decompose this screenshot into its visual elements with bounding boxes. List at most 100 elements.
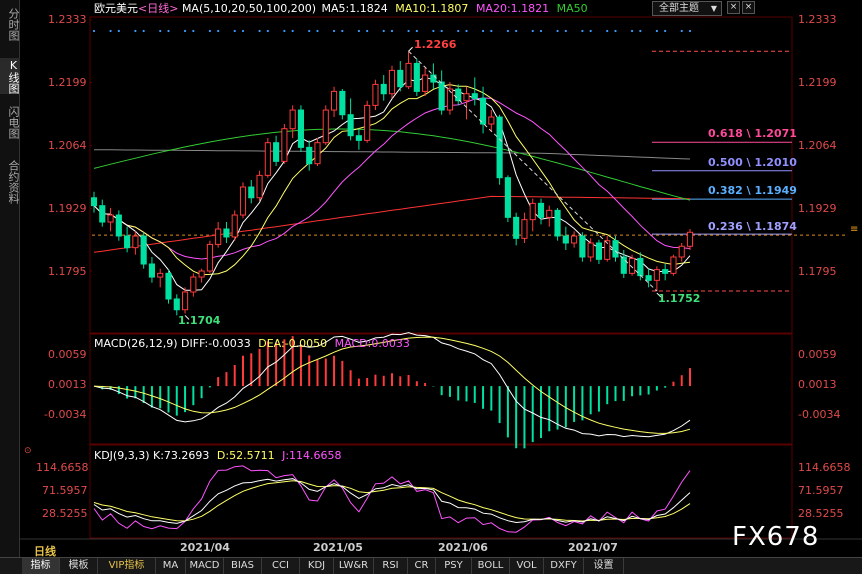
candle-body (504, 177, 511, 218)
candle-body (173, 298, 180, 311)
event-marker-dot (233, 29, 236, 33)
ma100-line (93, 149, 691, 160)
event-marker-dot (332, 29, 336, 33)
side-tab-timeshare[interactable]: 分时图 (0, 6, 20, 42)
kline-chart[interactable] (0, 0, 862, 574)
event-marker-dot (531, 29, 534, 33)
side-tab-kline[interactable]: K线图 (0, 58, 20, 94)
kdj-axis-left-1: 114.6658 (36, 461, 89, 474)
tab-cr[interactable]: CR (408, 558, 436, 574)
event-marker-dot (291, 29, 294, 33)
candle-body (471, 93, 478, 99)
candle-body (248, 186, 255, 199)
side-tab-strip: 分时图 K线图 闪电图 合约资料 (0, 0, 20, 558)
kdj-axis-right-1: 114.6658 (798, 461, 851, 474)
candle-body (670, 256, 677, 274)
event-marker-dot (680, 29, 683, 33)
current-price-marker-icon: ≡ (850, 224, 859, 235)
indicator-tab-bar: 指标 模板 VIP指标 MA MACD BIAS CCI KDJ LW&R RS… (0, 557, 862, 574)
close-indicator-button-1[interactable]: × (727, 1, 740, 14)
price-axis-right-2: 1.2199 (798, 76, 837, 89)
candle-body (148, 263, 156, 278)
macd-params: MACD(26,12,9) (94, 337, 178, 350)
candle-body (645, 275, 652, 281)
candle-body (115, 214, 122, 237)
candle-body (364, 104, 371, 141)
candle-body (554, 209, 561, 237)
candle-body (521, 219, 528, 239)
tab-settings[interactable]: 设置 (584, 558, 624, 574)
fib-label-382: 0.382 \ 1.1949 (708, 184, 797, 197)
event-marker-dot (664, 29, 667, 33)
candle-body (339, 90, 346, 116)
event-marker-dot (159, 29, 162, 33)
event-marker-dot (134, 29, 137, 33)
ma50-line (93, 128, 691, 201)
macd-axis-right-2: 0.0013 (798, 378, 837, 391)
event-marker-dot (457, 29, 460, 33)
candle-body (289, 109, 296, 130)
tab-dxfy[interactable]: DXFY (544, 558, 584, 574)
event-marker-dot (630, 29, 634, 33)
candle-body (314, 142, 321, 165)
candle-body (372, 83, 379, 106)
theme-select[interactable]: 全部主题 ▼ (652, 1, 722, 16)
event-marker-dot (515, 29, 518, 33)
event-marker-dot (432, 29, 435, 33)
tab-lwr[interactable]: LW&R (334, 558, 374, 574)
candle-body (479, 97, 487, 125)
fib-label-500: 0.500 \ 1.2010 (708, 156, 797, 169)
fx678-watermark: FX678 (732, 522, 820, 552)
candle-body (273, 142, 280, 162)
event-marker-dot (117, 29, 120, 33)
date-label-jun: 2021/06 (438, 541, 488, 554)
high-price-label: 1.2266 (414, 38, 457, 51)
tab-templates[interactable]: 模板 (60, 558, 98, 574)
tab-indicators[interactable]: 指标 (22, 558, 60, 574)
candle-body (206, 243, 213, 272)
candle-body (455, 88, 462, 102)
kdj-axis-left-3: 28.5255 (42, 507, 88, 520)
date-label-may: 2021/05 (313, 541, 363, 554)
close-indicator-button-2[interactable]: × (742, 1, 755, 14)
price-axis-left-2: 1.2199 (48, 76, 87, 89)
event-marker-dot (208, 29, 211, 33)
tab-vip-indicators[interactable]: VIP指标 (98, 558, 156, 574)
tab-bias[interactable]: BIAS (224, 558, 262, 574)
event-marker-dot (639, 29, 642, 33)
kdj-axis-left-2: 71.5957 (42, 484, 88, 497)
candle-body (595, 242, 603, 260)
candle-body (239, 186, 247, 216)
tab-rsi[interactable]: RSI (374, 558, 408, 574)
candle-body (388, 69, 396, 95)
tab-boll[interactable]: BOLL (472, 558, 510, 574)
kdj-settings-icon[interactable]: ⊙ (24, 446, 32, 456)
candle-body (546, 209, 553, 218)
event-marker-dot (581, 29, 584, 33)
candle-body (380, 83, 387, 95)
kdj-legend: KDJ(9,3,3) K:73.2693 D:52.5711 J:114.665… (94, 449, 342, 463)
candle-body (223, 228, 230, 238)
tab-cci[interactable]: CCI (262, 558, 300, 574)
kdj-params: KDJ(9,3,3) (94, 449, 150, 462)
tab-kdj[interactable]: KDJ (300, 558, 334, 574)
chart-window: 分时图 K线图 闪电图 合约资料 欧元美元<日线> MA(5,10,20,50,… (0, 0, 862, 574)
tab-macd[interactable]: MACD (186, 558, 224, 574)
candle-body (587, 242, 594, 258)
candle-body (571, 235, 578, 244)
theme-select-value: 全部主题 (659, 3, 699, 14)
fib-trend-line (408, 50, 658, 292)
candle-body (405, 62, 412, 88)
ma50-value: MA50 (556, 2, 588, 15)
tab-vol[interactable]: VOL (510, 558, 544, 574)
candle-body (438, 81, 445, 111)
side-tab-flash[interactable]: 闪电图 (0, 104, 20, 140)
candle-body (181, 291, 189, 311)
tab-psy[interactable]: PSY (436, 558, 472, 574)
macd-dea: DEA:-0.0050 (258, 337, 328, 350)
price-axis-right-1: 1.2333 (798, 13, 837, 26)
side-tab-contract-info[interactable]: 合约资料 (0, 152, 20, 212)
candle-body (124, 235, 131, 249)
candle-body (165, 272, 172, 300)
tab-ma[interactable]: MA (156, 558, 186, 574)
